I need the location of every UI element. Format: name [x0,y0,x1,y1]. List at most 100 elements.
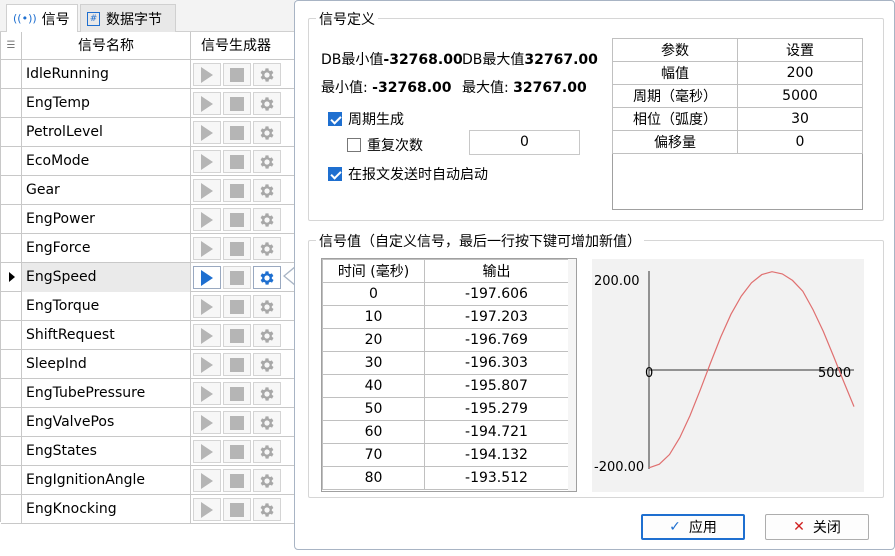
table-row[interactable]: SleepInd [1,350,296,379]
signal-name-cell[interactable]: EngForce [22,234,191,263]
start-generator-button[interactable] [193,440,221,463]
signal-name-cell[interactable]: EngStates [22,437,191,466]
start-generator-button[interactable] [193,237,221,260]
stop-generator-button[interactable] [223,411,251,434]
configure-generator-button[interactable] [253,382,281,405]
table-row[interactable]: PetrolLevel [1,118,296,147]
signal-name-cell[interactable]: EngTubePressure [22,379,191,408]
stop-generator-button[interactable] [223,266,251,289]
configure-generator-button[interactable] [253,469,281,492]
start-generator-button[interactable] [193,208,221,231]
table-row[interactable]: IdleRunning [1,60,296,89]
start-generator-button[interactable] [193,353,221,376]
row-header-corner[interactable]: ☰ [1,32,22,60]
output-cell[interactable]: -195.807 [424,374,569,398]
configure-generator-button[interactable] [253,63,281,86]
start-generator-button[interactable] [193,179,221,202]
param-value-cell[interactable]: 0 [737,130,863,154]
table-row[interactable]: 30 -196.303 [322,351,569,375]
row-header[interactable] [1,176,22,205]
table-row[interactable]: EngPower [1,205,296,234]
signal-name-cell[interactable]: EngValvePos [22,408,191,437]
row-header[interactable] [1,379,22,408]
configure-generator-button[interactable] [253,266,281,289]
start-generator-button[interactable] [193,295,221,318]
row-header[interactable] [1,321,22,350]
start-generator-button[interactable] [193,469,221,492]
stop-generator-button[interactable] [223,295,251,318]
stop-generator-button[interactable] [223,353,251,376]
output-cell[interactable]: -194.132 [424,443,569,467]
row-header[interactable] [1,408,22,437]
output-cell[interactable]: -194.721 [424,420,569,444]
row-header[interactable] [1,118,22,147]
values-scrollbar[interactable] [568,259,576,491]
stop-generator-button[interactable] [223,237,251,260]
table-row[interactable]: 70 -194.132 [322,443,569,467]
configure-generator-button[interactable] [253,208,281,231]
table-row[interactable]: EcoMode [1,147,296,176]
table-row[interactable]: EngIgnitionAngle [1,466,296,495]
configure-generator-button[interactable] [253,324,281,347]
row-header[interactable] [1,292,22,321]
signal-name-cell[interactable]: ShiftRequest [22,321,191,350]
periodic-checkbox[interactable]: 周期生成 [328,109,404,129]
start-generator-button[interactable] [193,411,221,434]
table-row[interactable]: 周期（毫秒） 5000 [612,84,863,108]
table-row[interactable]: EngStates [1,437,296,466]
start-generator-button[interactable] [193,382,221,405]
configure-generator-button[interactable] [253,150,281,173]
table-row[interactable]: 0 -197.606 [322,282,569,306]
configure-generator-button[interactable] [253,179,281,202]
time-cell[interactable]: 20 [322,328,425,352]
periodic-check-mark[interactable] [328,112,342,126]
autostart-check-mark[interactable] [328,167,342,181]
configure-generator-button[interactable] [253,237,281,260]
start-generator-button[interactable] [193,324,221,347]
start-generator-button[interactable] [193,121,221,144]
time-cell[interactable]: 10 [322,305,425,329]
table-row[interactable]: ShiftRequest [1,321,296,350]
stop-generator-button[interactable] [223,179,251,202]
time-cell[interactable]: 50 [322,397,425,421]
table-row[interactable]: EngTemp [1,89,296,118]
signal-name-cell[interactable]: EngPower [22,205,191,234]
table-row[interactable]: EngTorque [1,292,296,321]
column-header-signal-generator[interactable]: 信号生成器 [191,32,281,60]
configure-generator-button[interactable] [253,121,281,144]
param-value-cell[interactable]: 30 [737,107,863,131]
stop-generator-button[interactable] [223,440,251,463]
signal-name-cell[interactable]: EngKnocking [22,495,191,524]
output-cell[interactable]: -193.512 [424,466,569,490]
table-row[interactable]: 幅值 200 [612,61,863,85]
apply-button[interactable]: ✓ 应用 [641,514,745,540]
configure-generator-button[interactable] [253,411,281,434]
stop-generator-button[interactable] [223,92,251,115]
signal-name-cell[interactable]: EcoMode [22,147,191,176]
output-cell[interactable]: -197.203 [424,305,569,329]
output-cell[interactable]: -197.606 [424,282,569,306]
row-header[interactable] [1,89,22,118]
table-row[interactable]: 50 -195.279 [322,397,569,421]
row-header[interactable] [1,437,22,466]
stop-generator-button[interactable] [223,63,251,86]
table-row[interactable]: 相位（弧度） 30 [612,107,863,131]
time-cell[interactable]: 80 [322,466,425,490]
table-row[interactable]: 10 -197.203 [322,305,569,329]
configure-generator-button[interactable] [253,92,281,115]
table-row[interactable]: EngForce [1,234,296,263]
table-row[interactable]: 40 -195.807 [322,374,569,398]
repeat-check-box[interactable] [347,138,361,152]
row-header[interactable] [1,147,22,176]
signal-name-cell[interactable]: EngTemp [22,89,191,118]
time-cell[interactable]: 40 [322,374,425,398]
start-generator-button[interactable] [193,63,221,86]
row-header[interactable] [1,466,22,495]
signal-name-cell[interactable]: PetrolLevel [22,118,191,147]
stop-generator-button[interactable] [223,324,251,347]
repeat-count-input[interactable]: 0 [469,130,580,155]
output-cell[interactable]: -195.279 [424,397,569,421]
stop-generator-button[interactable] [223,469,251,492]
signal-name-cell[interactable]: IdleRunning [22,60,191,89]
configure-generator-button[interactable] [253,440,281,463]
